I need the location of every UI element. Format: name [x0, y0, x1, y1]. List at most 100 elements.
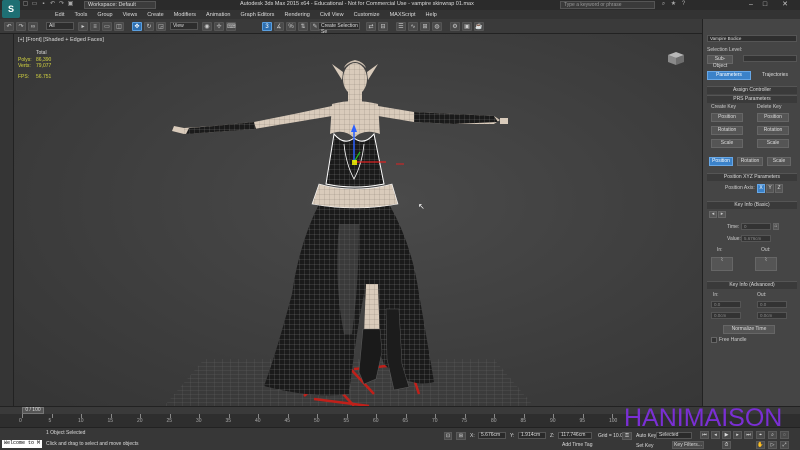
material-editor-icon[interactable]: ◍: [432, 22, 442, 31]
adv-in-field-2[interactable]: 0.0cm: [711, 312, 741, 319]
new-file-icon[interactable]: ▢: [22, 1, 29, 8]
help-icon[interactable]: ?: [680, 1, 687, 8]
sub-object-dropdown[interactable]: [743, 55, 797, 62]
prs-position-button[interactable]: Position: [709, 157, 733, 166]
window-crossing-icon[interactable]: ◫: [114, 22, 124, 31]
menu-edit[interactable]: Edit: [50, 12, 69, 18]
undo-tool-icon[interactable]: ↶: [4, 22, 14, 31]
maxscript-listener[interactable]: Welcome to M: [2, 440, 42, 448]
prs-scale-button[interactable]: Scale: [767, 157, 791, 166]
render-setup-icon[interactable]: ⚙: [450, 22, 460, 31]
app-logo[interactable]: S: [2, 0, 20, 18]
link-icon[interactable]: ∞: [28, 22, 38, 31]
menu-graph-editors[interactable]: Graph Editors: [236, 12, 280, 18]
maximize-button[interactable]: □: [758, 0, 772, 9]
move-tool-icon[interactable]: ✥: [132, 22, 142, 31]
time-lock-icon[interactable]: ⌂: [773, 223, 779, 230]
pivot-center-icon[interactable]: ◉: [202, 22, 212, 31]
orbit-icon[interactable]: ◌: [780, 431, 789, 439]
menu-tools[interactable]: Tools: [69, 12, 92, 18]
adv-out-field[interactable]: 0.0: [757, 301, 787, 308]
front-viewport[interactable]: [+] [Front] [Shaded + Edged Faces] Total…: [14, 34, 702, 406]
auto-key-button[interactable]: Auto Key: [636, 433, 656, 439]
search-icon[interactable]: ⌕: [660, 1, 667, 8]
close-button[interactable]: ✕: [772, 0, 798, 9]
percent-snap-icon[interactable]: %: [286, 22, 296, 31]
time-config-icon[interactable]: ⏱: [722, 441, 731, 449]
value-field[interactable]: 5.676cm: [741, 235, 771, 242]
select-by-name-icon[interactable]: ≡: [90, 22, 100, 31]
delete-rotation-key-button[interactable]: Rotation: [757, 126, 789, 135]
redo-tool-icon[interactable]: ↷: [16, 22, 26, 31]
undo-icon[interactable]: ↶: [49, 1, 56, 8]
infocenter-icon[interactable]: ★: [670, 1, 677, 8]
key-mode-dropdown[interactable]: Selected: [656, 432, 692, 439]
fov-icon[interactable]: ▷: [768, 441, 777, 449]
axis-z-button[interactable]: Z: [775, 184, 783, 193]
workspace-dropdown[interactable]: Workspace: Default: [84, 1, 156, 9]
pan-icon[interactable]: ✋: [756, 441, 765, 449]
rendered-frame-icon[interactable]: ▣: [462, 22, 472, 31]
menu-modifiers[interactable]: Modifiers: [169, 12, 201, 18]
maximize-viewport-icon[interactable]: ⤢: [780, 441, 789, 449]
curve-editor-icon[interactable]: ∿: [408, 22, 418, 31]
delete-scale-key-button[interactable]: Scale: [757, 139, 789, 148]
y-coordinate-field[interactable]: 1.914cm: [518, 432, 546, 439]
tab-parameters[interactable]: Parameters: [707, 71, 751, 80]
free-handle-checkbox[interactable]: [711, 337, 717, 343]
lock-selection-icon[interactable]: ⊡: [444, 432, 452, 440]
render-icon[interactable]: ☕: [474, 22, 484, 31]
named-selection-dropdown[interactable]: Create Selection Se: [318, 22, 360, 35]
search-input[interactable]: Type a keyword or phrase: [560, 1, 655, 9]
menu-civil-view[interactable]: Civil View: [315, 12, 349, 18]
open-file-icon[interactable]: ▭: [31, 1, 38, 8]
rect-selection-icon[interactable]: ▭: [102, 22, 112, 31]
rotate-tool-icon[interactable]: ↻: [144, 22, 154, 31]
select-object-icon[interactable]: ▸: [78, 22, 88, 31]
adv-in-field[interactable]: 0.0: [711, 301, 741, 308]
create-rotation-key-button[interactable]: Rotation: [711, 126, 743, 135]
axis-x-button[interactable]: X: [757, 184, 765, 193]
menu-help[interactable]: Help: [421, 12, 442, 18]
snaps-toggle-icon[interactable]: 3: [262, 22, 272, 31]
scale-tool-icon[interactable]: ◲: [156, 22, 166, 31]
project-icon[interactable]: ▣: [67, 1, 74, 8]
keyboard-shortcut-icon[interactable]: ⌨: [226, 22, 236, 31]
menu-rendering[interactable]: Rendering: [279, 12, 314, 18]
set-key-button[interactable]: Set Key: [636, 443, 654, 449]
reference-coord-dropdown[interactable]: View: [170, 22, 198, 30]
prs-parameters-rollout[interactable]: PRS Parameters: [707, 95, 797, 103]
out-tangent-type-icon[interactable]: ⌇: [755, 257, 777, 271]
adv-out-field-2[interactable]: 0.0cm: [757, 312, 787, 319]
sub-object-button[interactable]: Sub-Object: [707, 55, 733, 69]
mirror-icon[interactable]: ⇄: [366, 22, 376, 31]
menu-create[interactable]: Create: [142, 12, 169, 18]
time-field[interactable]: 0: [741, 223, 771, 230]
in-tangent-type-icon[interactable]: ⌇: [711, 257, 733, 271]
align-icon[interactable]: ⊟: [378, 22, 388, 31]
normalize-time-button[interactable]: Normalize Time: [723, 325, 775, 334]
create-scale-key-button[interactable]: Scale: [711, 139, 743, 148]
select-manipulate-icon[interactable]: ✢: [214, 22, 224, 31]
axis-y-button[interactable]: Y: [766, 184, 774, 193]
play-icon[interactable]: ▶: [722, 431, 731, 439]
z-coordinate-field[interactable]: 117.746cm: [558, 432, 592, 439]
position-xyz-rollout[interactable]: Position XYZ Parameters: [707, 173, 797, 181]
menu-maxscript[interactable]: MAXScript: [385, 12, 421, 18]
next-key-icon[interactable]: ▸: [718, 211, 726, 218]
key-info-advanced-rollout[interactable]: Key Info (Advanced): [707, 281, 797, 289]
x-coordinate-field[interactable]: 5.676cm: [478, 432, 506, 439]
prs-rotation-button[interactable]: Rotation: [737, 157, 763, 166]
tab-trajectories[interactable]: Trajectories: [753, 71, 797, 80]
time-slider-thumb[interactable]: 0 / 100: [22, 407, 44, 414]
next-frame-icon[interactable]: ▸: [733, 431, 742, 439]
object-name-field[interactable]: Vampire Bodice: [707, 35, 797, 42]
selection-filter-dropdown[interactable]: All: [46, 22, 74, 30]
schematic-view-icon[interactable]: ⊞: [420, 22, 430, 31]
layer-explorer-icon[interactable]: ☰: [396, 22, 406, 31]
zoom-icon[interactable]: ⌕: [768, 431, 777, 439]
go-to-start-icon[interactable]: ⏮: [700, 431, 709, 439]
absolute-mode-icon[interactable]: ⊞: [456, 432, 466, 440]
assign-controller-rollout[interactable]: Assign Controller: [707, 86, 797, 94]
key-filters-button[interactable]: Key Filters...: [672, 441, 704, 449]
